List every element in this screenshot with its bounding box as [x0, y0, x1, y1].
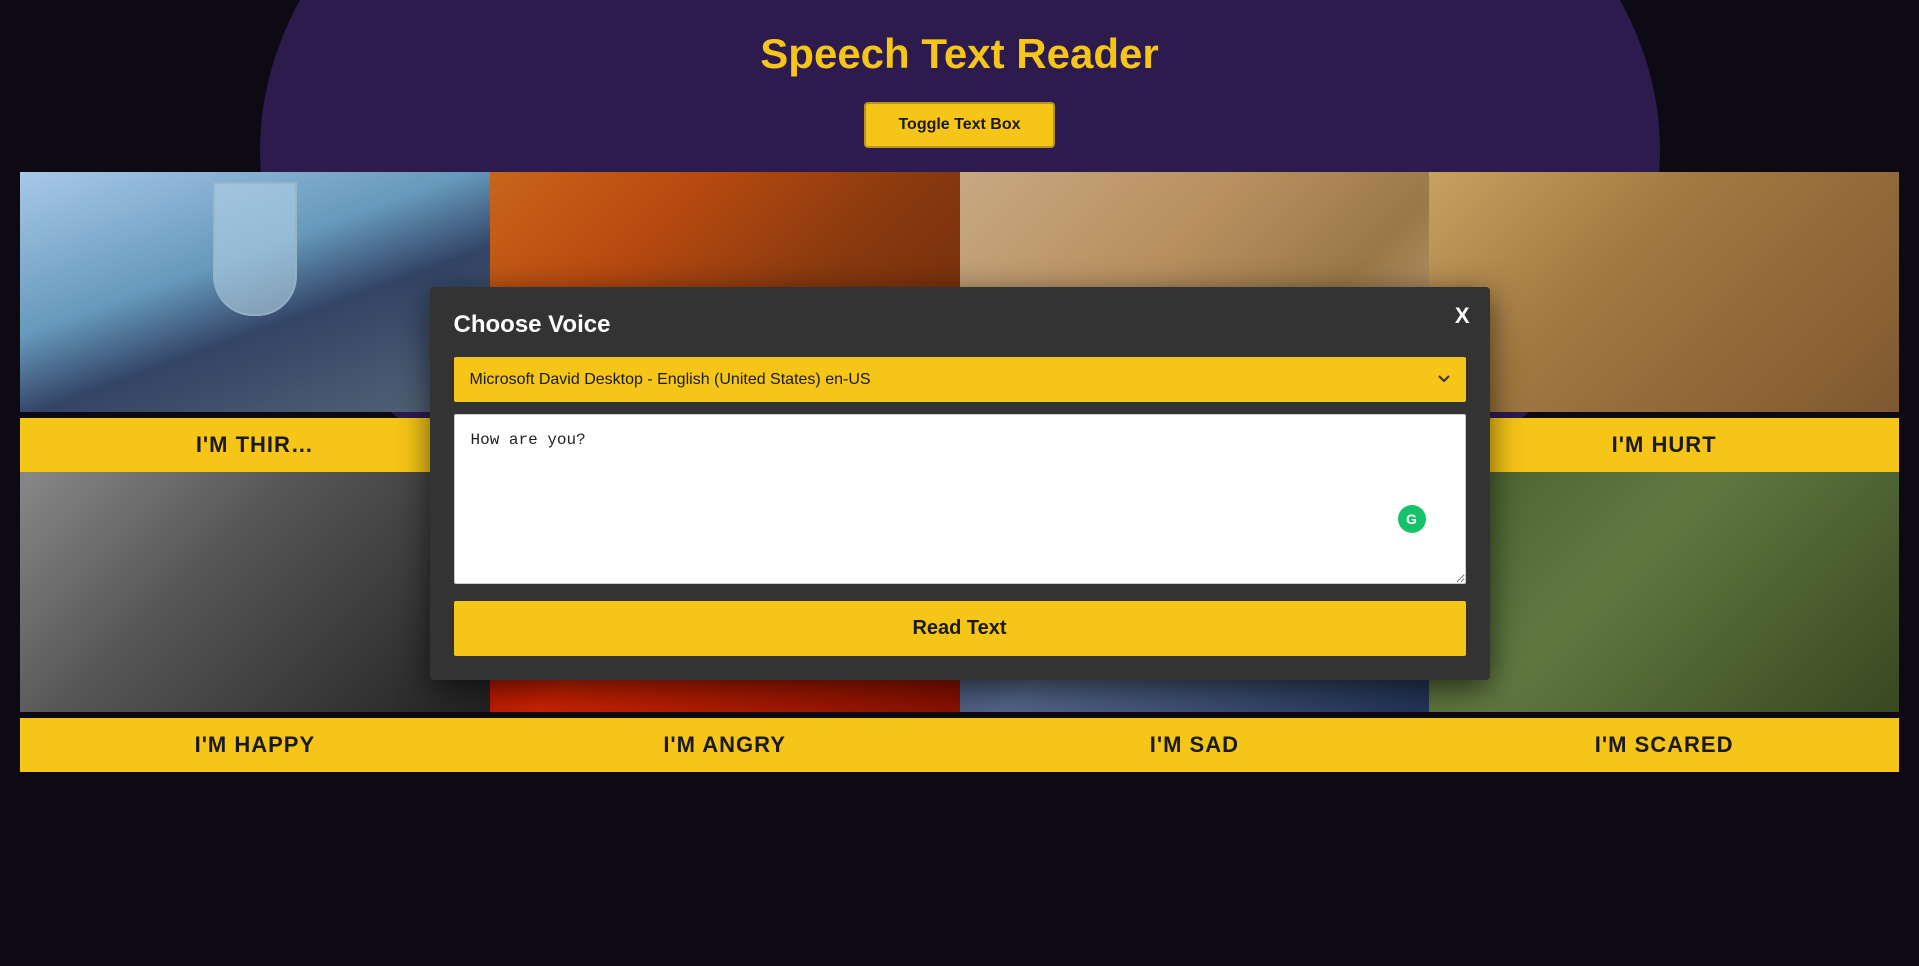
modal-close-button[interactable]: X: [1455, 303, 1470, 329]
grammarly-icon: G: [1398, 505, 1426, 533]
read-text-button[interactable]: Read Text: [454, 601, 1466, 656]
speech-textarea[interactable]: How are you?: [454, 414, 1466, 584]
voice-select[interactable]: Microsoft David Desktop - English (Unite…: [454, 357, 1466, 402]
choose-voice-modal: X Choose Voice Microsoft David Desktop -…: [430, 287, 1490, 680]
modal-overlay: X Choose Voice Microsoft David Desktop -…: [0, 0, 1919, 966]
modal-title: Choose Voice: [454, 311, 1466, 339]
